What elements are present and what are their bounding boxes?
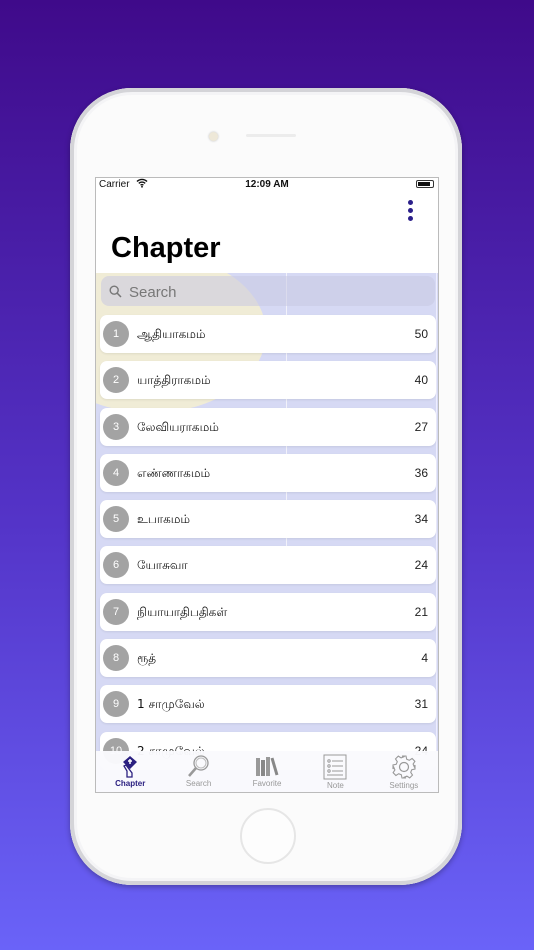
chapter-list-area: 1 ஆதியாகமம் 50 2 யாத்திராகமம் 40 3 லேவியரா… [96,273,438,792]
chapter-name: யாத்திராகமம் [137,373,211,388]
speaker [246,134,296,137]
more-vertical-icon[interactable] [408,200,414,224]
status-time: 12:09 AM [245,179,289,190]
chapter-number-badge: 7 [103,598,129,625]
notes-list-icon [301,754,369,780]
chapter-row[interactable]: 4 எண்ணாகமம் 36 [100,453,436,492]
chapter-number-badge: 8 [103,645,129,672]
chapter-number-badge: 9 [103,691,129,718]
tab-label: Note [326,781,344,790]
books-icon [233,754,301,778]
background-line [436,273,437,773]
chapter-count: 4 [421,651,428,666]
chapter-count: 27 [414,419,428,434]
home-button[interactable] [240,808,296,864]
tab-bar: Chapter Search Favorite Note Settings [96,751,438,792]
chapter-name: ஆதியாகமம் [137,327,206,341]
chapter-count: 36 [414,465,428,480]
search-icon [109,285,122,298]
chapter-count: 31 [414,697,428,712]
bible-hand-icon [96,754,164,778]
status-bar: Carrier 12:09 AM [96,178,438,192]
tab-search[interactable]: Search [164,751,232,792]
chapter-row[interactable]: 5 உபாகமம் 34 [100,500,436,539]
chapter-name: லேவியராகமம் [137,419,219,434]
tab-label: Favorite [252,779,282,788]
chapter-name: ரூத் [137,651,157,666]
chapter-count: 21 [414,604,428,619]
chapter-name: நியாயாதிபதிகள் [137,604,228,619]
chapter-number-badge: 2 [103,367,129,394]
chapter-count: 24 [414,558,428,573]
magnifier-icon [164,754,232,778]
chapter-row[interactable]: 2 யாத்திராகமம் 40 [100,361,436,400]
chapter-row[interactable]: 3 லேவியராகமம் 27 [100,407,436,446]
chapter-row[interactable]: 1 ஆதியாகமம் 50 [100,315,436,353]
gear-icon [370,754,438,780]
chapter-count: 40 [414,373,428,388]
chapter-number-badge: 3 [103,413,129,440]
tab-note[interactable]: Note [301,751,369,792]
chapter-row[interactable]: 7 நியாயாதிபதிகள் 21 [100,592,436,631]
search-bar[interactable] [101,276,435,306]
chapter-name: 1 சாமுவேல் [137,697,205,712]
chapter-name: எண்ணாகமம் [137,465,211,480]
chapter-count: 50 [414,327,428,341]
page-title: Chapter [111,232,221,264]
tab-settings[interactable]: Settings [370,751,438,792]
chapter-number-badge: 1 [103,321,129,347]
tab-label: Settings [389,781,419,790]
tab-favorite[interactable]: Favorite [233,751,301,792]
chapter-number-badge: 5 [103,506,129,533]
chapter-list: 1 ஆதியாகமம் 50 2 யாத்திராகமம் 40 3 லேவியரா… [100,315,436,778]
search-input[interactable] [127,280,421,304]
chapter-name: உபாகமம் [137,512,191,527]
chapter-row[interactable]: 6 யோசுவா 24 [100,546,436,585]
app-screen: Carrier 12:09 AM Chapter 1 ஆதியாகமம் 50 2… [95,177,439,793]
tab-label: Chapter [115,779,146,788]
chapter-count: 34 [414,512,428,527]
tab-chapter[interactable]: Chapter [96,751,164,792]
chapter-number-badge: 6 [103,552,129,579]
chapter-row[interactable]: 9 1 சாமுவேல் 31 [100,685,436,724]
chapter-row[interactable]: 8 ரூத் 4 [100,639,436,678]
chapter-number-badge: 4 [103,459,129,486]
chapter-name: யோசுவா [137,558,188,573]
battery-icon [416,180,434,188]
front-camera [209,132,218,141]
tab-label: Search [185,779,212,788]
